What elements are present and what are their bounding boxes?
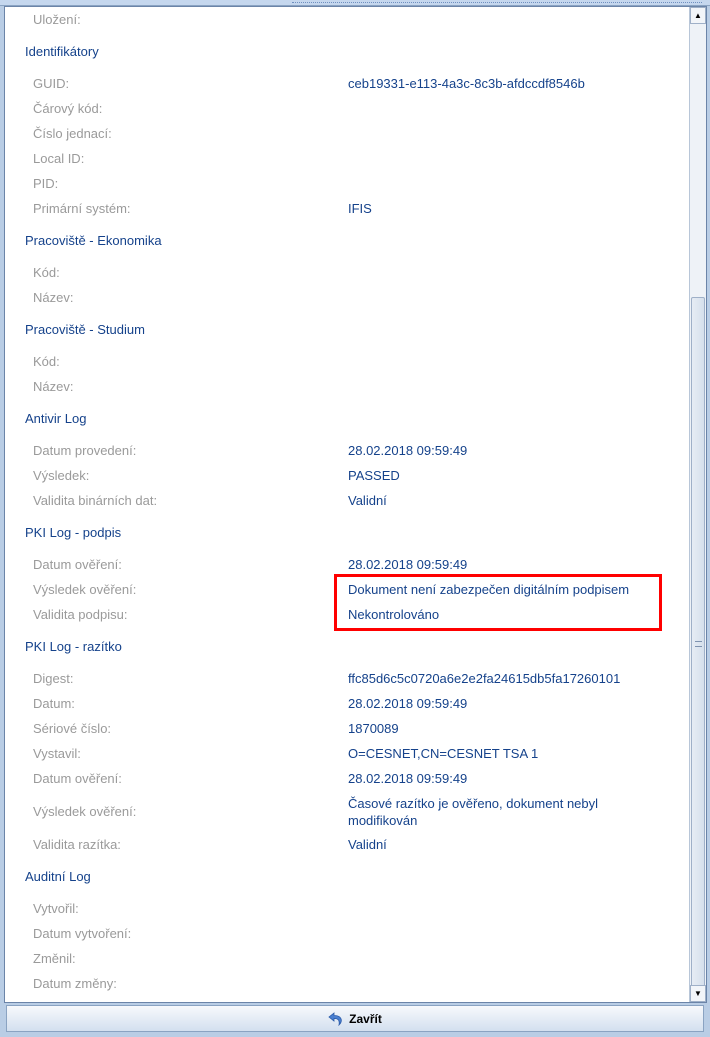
field-label: Výsledek ověření: [33, 804, 137, 819]
field-label: Sériové číslo: [33, 721, 112, 736]
detail-row: Výsledek: PASSED [5, 463, 690, 488]
section-header: Antivir Log [25, 411, 87, 426]
section-header: PKI Log - podpis [25, 525, 122, 540]
field-label: PID: [33, 176, 59, 191]
field-label: GUID: [33, 76, 70, 91]
field-value: Časové razítko je ověřeno, dokument neby… [348, 795, 599, 828]
detail-row: PID: [5, 171, 690, 196]
detail-row: Vytvořil: [5, 896, 690, 921]
detail-row: Kód: [5, 349, 690, 374]
detail-row: Local ID: [5, 146, 690, 171]
detail-row: Název: [5, 374, 690, 399]
field-label: Název: [33, 290, 74, 305]
field-value: 28.02.2018 09:59:49 [348, 696, 468, 711]
detail-row: Primární systém: IFIS [5, 196, 690, 221]
section-header: Identifikátory [25, 44, 99, 59]
detail-row: Datum: 28.02.2018 09:59:49 [5, 691, 690, 716]
detail-row: Výsledek ověření: Časové razítko je ověře… [5, 791, 690, 832]
field-label: Vystavil: [33, 746, 81, 761]
scroll-up-icon[interactable]: ▲ [690, 7, 706, 24]
field-value: 28.02.2018 09:59:49 [348, 443, 468, 458]
detail-row: Vystavil: O=CESNET,CN=CESNET TSA 1 [5, 741, 690, 766]
field-value: O=CESNET,CN=CESNET TSA 1 [348, 746, 539, 761]
field-label: Datum: [33, 696, 75, 711]
field-label: Výsledek ověření: [33, 582, 137, 597]
field-label: Local ID: [33, 151, 85, 166]
field-label: Číslo jednací: [33, 126, 112, 141]
detail-row: Datum ověření: 28.02.2018 09:59:49 [5, 766, 690, 791]
highlight-box [334, 574, 662, 631]
grip-icon [695, 641, 702, 647]
field-label: Kód: [33, 265, 60, 280]
detail-row: Číslo jednací: [5, 121, 690, 146]
section-header: PKI Log - razítko [25, 639, 122, 654]
field-value: IFIS [348, 201, 372, 216]
field-value: ceb19331-e113-4a3c-8c3b-afdccdf8546b [348, 76, 585, 91]
field-value: PASSED [348, 468, 400, 483]
scrollbar-thumb[interactable] [691, 297, 705, 989]
section-header: Pracoviště - Ekonomika [25, 233, 162, 248]
scroll-down-icon[interactable]: ▼ [690, 985, 706, 1002]
field-value: 1870089 [348, 721, 399, 736]
detail-row: Kód: [5, 260, 690, 285]
detail-row: Změnil: [5, 946, 690, 971]
field-label: Digest: [33, 671, 74, 686]
field-value: 28.02.2018 09:59:49 [348, 557, 468, 572]
detail-row: Datum vytvoření: [5, 921, 690, 946]
close-button[interactable]: Zavřít [6, 1005, 704, 1032]
field-label: Validita binárních dat: [33, 493, 158, 508]
detail-row: Digest: ffc85d6c5c0720a6e2e2fa24615db5fa1… [5, 666, 690, 691]
section-header: Auditní Log [25, 869, 91, 884]
field-label: Datum změny: [33, 976, 117, 991]
field-value: Validní [348, 493, 387, 508]
detail-row: Sériové číslo: 1870089 [5, 716, 690, 741]
detail-content: Uložení: Identifikátory GUID: ceb19331-e11… [5, 7, 690, 996]
field-value: Validní [348, 837, 387, 852]
field-label: Datum ověření: [33, 557, 122, 572]
field-label: Kód: [33, 354, 60, 369]
field-label: Validita podpisu: [33, 607, 128, 622]
field-value: 28.02.2018 09:59:49 [348, 771, 468, 786]
field-label: Validita razítka: [33, 837, 121, 852]
field-label: Primární systém: [33, 201, 131, 216]
close-button-label: Zavřít [349, 1011, 382, 1026]
field-label: Datum provedení: [33, 443, 137, 458]
field-label: Čárový kód: [33, 101, 103, 116]
field-value: ffc85d6c5c0720a6e2e2fa24615db5fa17260101 [348, 671, 621, 686]
field-label: Vytvořil: [33, 901, 79, 916]
vertical-scrollbar[interactable]: ▲ ▼ [689, 7, 706, 1002]
detail-row: Uložení: [5, 7, 690, 32]
field-label: Datum vytvoření: [33, 926, 132, 941]
detail-row: Validita razítka: Validní [5, 832, 690, 857]
field-label: Výsledek: [33, 468, 90, 483]
detail-row: Čárový kód: [5, 96, 690, 121]
detail-panel: Uložení: Identifikátory GUID: ceb19331-e11… [4, 6, 707, 1003]
undo-arrow-icon [328, 1011, 342, 1026]
field-label: Datum ověření: [33, 771, 122, 786]
detail-row: Datum provedení: 28.02.2018 09:59:49 [5, 438, 690, 463]
field-label: Změnil: [33, 951, 76, 966]
detail-row: GUID: ceb19331-e113-4a3c-8c3b-afdccdf8546… [5, 71, 690, 96]
field-label: Uložení: [33, 12, 81, 27]
detail-row: Validita binárních dat: Validní [5, 488, 690, 513]
detail-row: Datum změny: [5, 971, 690, 996]
section-header: Pracoviště - Studium [25, 322, 145, 337]
field-label: Název: [33, 379, 74, 394]
detail-row: Název: [5, 285, 690, 310]
